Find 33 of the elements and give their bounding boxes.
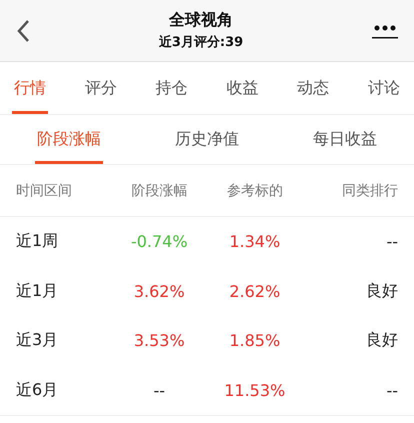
sub-tab[interactable]: 阶段涨幅: [35, 115, 103, 164]
column-header: 参考标的: [226, 182, 283, 200]
tab[interactable]: 评分: [82, 62, 119, 114]
rank-cell: --: [386, 380, 398, 400]
sub-tab[interactable]: 历史净值: [173, 115, 241, 164]
tab[interactable]: 持仓: [154, 62, 190, 114]
benchmark-cell: 1.34%: [229, 232, 280, 252]
change-cell: -0.74%: [130, 232, 188, 252]
more-icon[interactable]: [372, 24, 398, 38]
benchmark-cell: 11.53%: [224, 380, 286, 400]
nav-subtitle: 近3月评分:39: [158, 34, 244, 51]
benchmark-cell: 1.85%: [229, 331, 280, 350]
benchmark-cell: 2.62%: [229, 282, 280, 301]
column-header: 阶段涨幅: [131, 182, 188, 200]
rank-cell: 良好: [366, 330, 398, 352]
rank-cell: --: [386, 232, 398, 252]
rank-cell: 良好: [366, 280, 398, 302]
period-cell: 近1月: [16, 280, 58, 302]
period-cell: 近3月: [16, 330, 58, 352]
back-icon[interactable]: [16, 18, 30, 42]
tab[interactable]: 收益: [224, 62, 260, 114]
change-cell: 3.53%: [134, 331, 185, 350]
tab[interactable]: 讨论: [366, 62, 402, 114]
column-header: 时间区间: [16, 182, 72, 200]
nav-title: 全球视角: [169, 10, 233, 31]
period-cell: 近6月: [16, 380, 58, 401]
tab[interactable]: 行情: [12, 62, 48, 114]
tab[interactable]: 动态: [295, 62, 332, 114]
change-cell: 3.62%: [134, 282, 185, 301]
sub-tab[interactable]: 每日收益: [311, 115, 379, 164]
period-cell: 近1周: [16, 231, 58, 252]
column-header: 同类排行: [342, 182, 398, 200]
change-cell: --: [153, 380, 166, 400]
